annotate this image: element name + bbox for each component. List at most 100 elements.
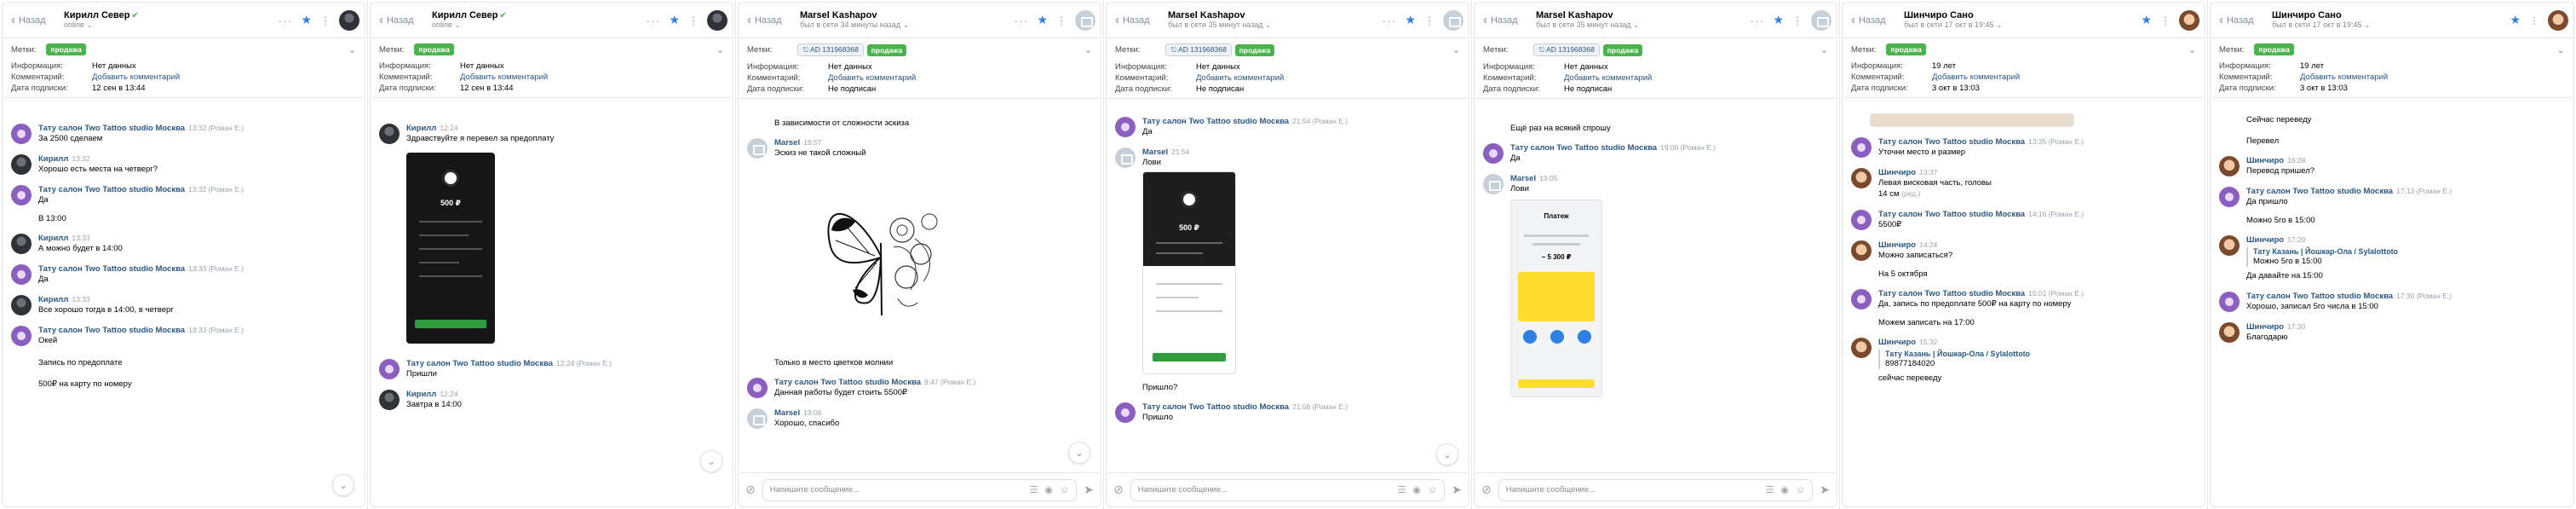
peer-info[interactable]: Marsel Kashapov был в сети 35 минут наза… xyxy=(1168,10,1382,30)
star-icon[interactable]: ★ xyxy=(669,13,680,27)
peer-info[interactable]: Marsel Kashapov был в сети 34 минуты наз… xyxy=(800,10,1014,30)
star-icon[interactable]: ★ xyxy=(1037,13,1048,27)
message-list[interactable]: Тату салон Two Tattoo studio Москва 21:54… xyxy=(1107,113,1469,472)
tag-ad[interactable]: ⎋ AD 131968368 xyxy=(1165,43,1232,56)
avatar[interactable] xyxy=(339,9,359,31)
message-author[interactable]: Marsel xyxy=(1510,174,1536,183)
message-author[interactable]: Шинчиро xyxy=(1878,168,1916,177)
avatar[interactable] xyxy=(707,9,727,31)
paperclip-icon[interactable]: ⊘ xyxy=(1481,483,1492,497)
avatar[interactable] xyxy=(1075,9,1095,31)
star-icon[interactable]: ★ xyxy=(301,13,312,27)
message-author[interactable]: Тату салон Two Tattoo studio Москва xyxy=(1142,117,1289,126)
send-icon[interactable]: ➤ xyxy=(1820,483,1830,497)
templates-icon[interactable]: ☰ xyxy=(1030,484,1038,495)
templates-icon[interactable]: ☰ xyxy=(1398,484,1406,495)
add-comment-link[interactable]: Добавить комментарий xyxy=(1932,72,2020,83)
message-list[interactable]: Кирилл 12:24 Здравствуйте я перевел за пре… xyxy=(371,113,733,506)
more-icon[interactable]: ··· xyxy=(1750,14,1764,27)
message-author[interactable]: Шинчиро xyxy=(2246,156,2284,165)
tag-sale[interactable]: продажа xyxy=(1602,43,1643,56)
peer-menu-icon[interactable]: ⋮ xyxy=(2160,14,2171,26)
avatar[interactable] xyxy=(1443,9,1463,31)
message-author[interactable]: Тату салон Two Tattoo studio Москва xyxy=(1142,402,1289,412)
message-author[interactable]: Тату салон Two Tattoo studio Москва xyxy=(38,185,185,194)
scroll-down-button[interactable]: ⌄ xyxy=(1068,442,1090,464)
tag-sale[interactable]: продажа xyxy=(1234,43,1275,56)
paperclip-icon[interactable]: ⊘ xyxy=(745,483,756,497)
tag-sale[interactable]: продажа xyxy=(866,43,907,56)
message-author[interactable]: Тату салон Two Tattoo studio Москва xyxy=(2246,187,2393,196)
message-author[interactable]: Тату салон Two Tattoo studio Москва xyxy=(38,124,185,133)
message-author[interactable]: Кирилл xyxy=(38,295,68,304)
message-input[interactable]: Напишите сообщение... ☰ ◉ ☺ xyxy=(1130,478,1446,501)
chevron-down-icon[interactable]: ⌄ xyxy=(2557,44,2565,55)
more-icon[interactable]: ··· xyxy=(646,14,660,27)
send-icon[interactable]: ➤ xyxy=(1084,483,1094,497)
message-author[interactable]: Кирилл xyxy=(38,234,68,243)
back-button[interactable]: ‹ Назад xyxy=(1851,13,1904,27)
message-author[interactable]: Тату салон Two Tattoo studio Москва xyxy=(38,264,185,274)
avatar[interactable] xyxy=(1811,9,1831,31)
chevron-down-icon[interactable]: ⌄ xyxy=(2188,44,2196,55)
message-author[interactable]: Тату салон Two Tattoo studio Москва xyxy=(1878,137,2025,147)
chevron-down-icon[interactable]: ⌄ xyxy=(1452,44,1460,55)
chevron-down-icon[interactable]: ⌄ xyxy=(1820,44,1828,55)
message-author[interactable]: Тату салон Two Tattoo studio Москва xyxy=(1510,143,1657,153)
message-author[interactable]: Тату салон Two Tattoo studio Москва xyxy=(406,359,553,368)
back-button[interactable]: ‹ Назад xyxy=(11,13,64,27)
tag-sale[interactable]: продажа xyxy=(46,43,86,55)
message-author[interactable]: Кирилл xyxy=(406,124,436,133)
message-author[interactable]: Шинчиро xyxy=(1878,338,1916,347)
message-list[interactable]: Тату салон Two Tattoo studio Москва 13:35… xyxy=(1843,113,2205,506)
camera-icon[interactable]: ◉ xyxy=(1780,484,1789,495)
peer-menu-icon[interactable]: ⋮ xyxy=(1056,14,1067,26)
back-button[interactable]: ‹ Назад xyxy=(1115,13,1168,27)
message-list[interactable]: Ещё раз на всякий спрошу Тату салон Two … xyxy=(1475,113,1837,472)
transfer-screenshot[interactable]: 500 ₽ xyxy=(406,153,495,344)
chevron-down-icon[interactable]: ⌄ xyxy=(716,44,724,55)
payment-screenshot[interactable]: Платеж − 5 300 ₽ xyxy=(1510,200,1602,397)
add-comment-link[interactable]: Добавить комментарий xyxy=(828,72,916,84)
message-author[interactable]: Marsel xyxy=(774,138,800,147)
message-author[interactable]: Тату салон Two Tattoo studio Москва xyxy=(1878,289,2025,298)
message-author[interactable]: Marsel xyxy=(1142,147,1168,157)
back-button[interactable]: ‹ Назад xyxy=(379,13,432,27)
transfer-screenshot[interactable]: 500 ₽ xyxy=(1142,171,1236,374)
emoji-icon[interactable]: ☺ xyxy=(1796,485,1805,495)
back-button[interactable]: ‹ Назад xyxy=(1483,13,1536,27)
attached-image[interactable] xyxy=(1870,113,2074,127)
sketch-image[interactable] xyxy=(774,162,987,350)
message-list[interactable]: Тату салон Two Tattoo studio Москва 13:32… xyxy=(3,113,365,506)
more-icon[interactable]: ··· xyxy=(1014,14,1028,27)
message-author[interactable]: Шинчиро xyxy=(2246,235,2284,245)
peer-menu-icon[interactable]: ⋮ xyxy=(1424,14,1435,26)
message-input[interactable]: Напишите сообщение... ☰ ◉ ☺ xyxy=(1498,478,1814,501)
chevron-down-icon[interactable]: ⌄ xyxy=(348,44,356,55)
back-button[interactable]: ‹ Назад xyxy=(2219,13,2272,27)
scroll-down-button[interactable]: ⌄ xyxy=(1436,443,1458,466)
star-icon[interactable]: ★ xyxy=(1405,13,1416,27)
message-author[interactable]: Тату салон Two Tattoo studio Москва xyxy=(38,326,185,335)
add-comment-link[interactable]: Добавить комментарий xyxy=(92,72,180,83)
message-list[interactable]: В зависимости от сложности эскиза Marsel… xyxy=(739,113,1101,472)
peer-menu-icon[interactable]: ⋮ xyxy=(320,14,331,26)
message-author[interactable]: Шинчиро xyxy=(2246,322,2284,332)
emoji-icon[interactable]: ☺ xyxy=(1428,485,1437,495)
more-icon[interactable]: ··· xyxy=(278,14,292,27)
add-comment-link[interactable]: Добавить комментарий xyxy=(2300,72,2388,83)
peer-menu-icon[interactable]: ⋮ xyxy=(688,14,699,26)
emoji-icon[interactable]: ☺ xyxy=(1060,485,1069,495)
more-icon[interactable]: ··· xyxy=(1382,14,1396,27)
send-icon[interactable]: ➤ xyxy=(1452,483,1462,497)
peer-info[interactable]: Шинчиро Сано был в сети 17 окт в 19:45 ⌄ xyxy=(1904,10,2141,30)
paperclip-icon[interactable]: ⊘ xyxy=(1113,483,1124,497)
add-comment-link[interactable]: Добавить комментарий xyxy=(1196,72,1284,84)
message-input[interactable]: Напишите сообщение... ☰ ◉ ☺ xyxy=(762,478,1078,501)
tag-ad[interactable]: ⎋ AD 131968368 xyxy=(797,43,864,56)
peer-info[interactable]: Шинчиро Сано был в сети 17 окт в 19:45 ⌄ xyxy=(2272,10,2510,30)
peer-menu-icon[interactable]: ⋮ xyxy=(2529,14,2539,26)
message-author[interactable]: Кирилл xyxy=(406,390,436,399)
templates-icon[interactable]: ☰ xyxy=(1766,484,1774,495)
star-icon[interactable]: ★ xyxy=(2141,13,2152,27)
